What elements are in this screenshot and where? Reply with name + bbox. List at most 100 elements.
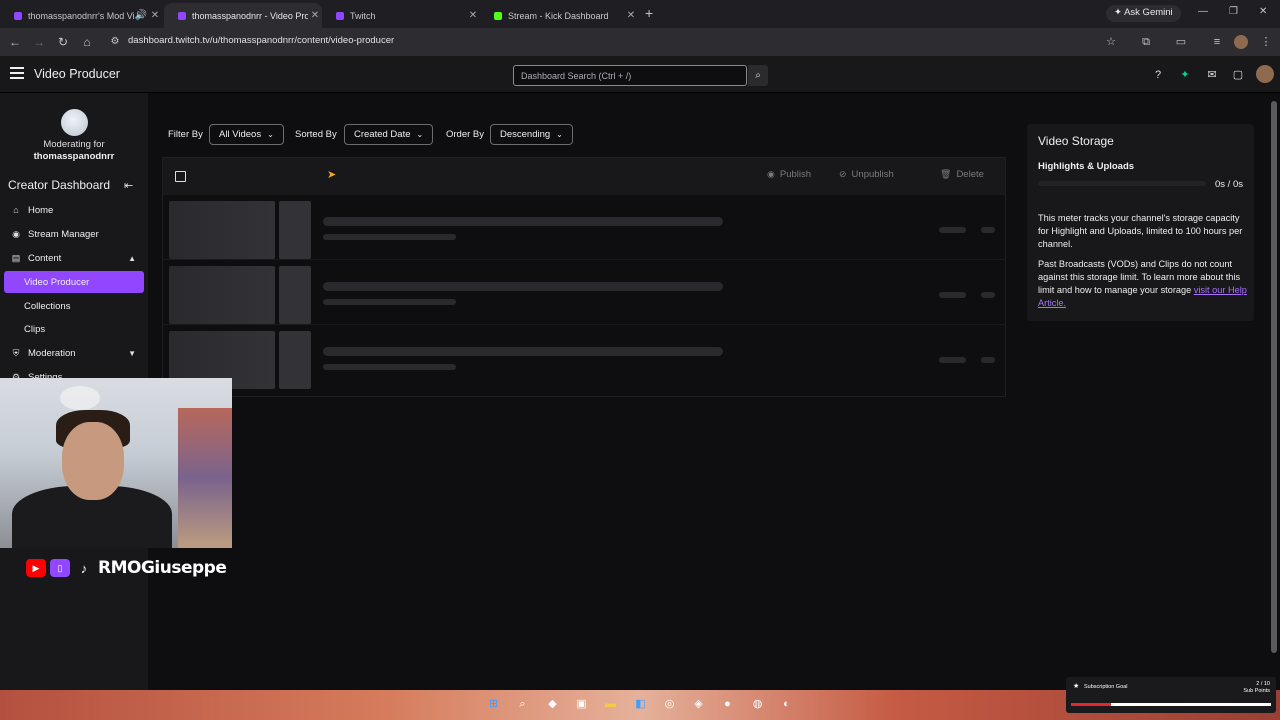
close-tab-icon[interactable]: ✕ <box>148 10 162 21</box>
url-field[interactable]: dashboard.twitch.tv/u/thomasspanodnrr/co… <box>128 35 394 46</box>
meta-placeholder <box>323 364 456 370</box>
search-icon[interactable]: ⌕ <box>748 65 768 86</box>
close-tab-icon[interactable]: ✕ <box>308 10 322 21</box>
subscription-goal-fill <box>1071 703 1111 706</box>
stat-placeholder <box>939 227 966 233</box>
sidebar-item-video-producer[interactable]: Video Producer <box>4 271 144 293</box>
chevron-down-icon: ⌄ <box>556 130 563 139</box>
unpublish-button[interactable]: ⊘ Unpublish <box>839 169 894 180</box>
subscription-goal-bar <box>1071 703 1271 706</box>
stat-placeholder <box>981 292 995 298</box>
collapse-sidebar-icon[interactable]: ⇤ <box>124 179 133 192</box>
ask-gemini-button[interactable]: ✦ Ask Gemini <box>1106 5 1181 22</box>
reload-icon[interactable]: ↻ <box>55 34 71 50</box>
eye-icon: ◉ <box>767 169 775 179</box>
title-placeholder <box>323 282 723 291</box>
ask-gemini-label: Ask Gemini <box>1124 7 1173 18</box>
media-icon[interactable]: ≡ <box>1210 35 1224 49</box>
star-icon: ★ <box>1073 683 1080 690</box>
sidebar-item-stream-manager[interactable]: ◉ Stream Manager <box>0 223 148 245</box>
social-handles: ▶ ▯ ♪ RMOGiuseppe <box>26 557 227 579</box>
close-tab-icon[interactable]: ✕ <box>466 10 480 21</box>
maximize-icon[interactable]: ❐ <box>1229 6 1238 17</box>
tab-title: Twitch <box>350 10 376 21</box>
speaker-icon[interactable]: 🔊 <box>134 10 148 21</box>
extensions-icon[interactable]: ✦ <box>1178 68 1192 82</box>
bookmark-star-icon[interactable]: ☆ <box>1104 35 1118 49</box>
store-icon[interactable]: ▣ <box>574 697 589 712</box>
tab-title: Stream - Kick Dashboard <box>508 10 609 21</box>
sidebar-item-label: Stream Manager <box>28 228 99 240</box>
streamer-face <box>62 422 124 500</box>
moderating-for-label: Moderating for <box>43 139 105 150</box>
extensions-icon[interactable]: ⧉ <box>1139 35 1153 49</box>
filter-by-value: All Videos <box>219 129 262 140</box>
mouse-cursor-icon: ➤ <box>327 169 337 181</box>
eye-off-icon: ⊘ <box>839 169 847 179</box>
back-icon[interactable]: ← <box>7 34 23 50</box>
delete-label: Delete <box>956 169 984 180</box>
delete-button[interactable]: 🗑 Delete <box>940 169 984 180</box>
close-tab-icon[interactable]: ✕ <box>624 10 638 21</box>
kebab-menu-icon[interactable]: ⋮ <box>1259 35 1273 49</box>
sorted-by-label: Sorted By <box>295 129 337 140</box>
sorted-by-dropdown[interactable]: Created Date ⌄ <box>344 124 434 145</box>
tab-title: thomasspanodnrr - Video Produ <box>192 10 308 21</box>
browser-tab-1[interactable]: thomasspanodnrr's Mod Vi 🔊 ✕ <box>0 3 162 28</box>
site-info-icon[interactable]: ⚙ <box>107 34 123 50</box>
app-icon[interactable]: ◧ <box>633 697 648 712</box>
filter-by-dropdown[interactable]: All Videos ⌄ <box>209 124 284 145</box>
thumbnail-placeholder <box>169 201 275 259</box>
browser-tab-2[interactable]: thomasspanodnrr - Video Produ ✕ <box>164 3 322 28</box>
start-menu-icon[interactable]: ⊞ <box>486 697 501 712</box>
order-by-dropdown[interactable]: Descending ⌄ <box>490 124 573 145</box>
app-icon[interactable]: ◐ <box>779 697 794 712</box>
discord-icon[interactable]: ◍ <box>750 697 765 712</box>
sidebar-item-moderation[interactable]: ⛨ Moderation ▼ <box>0 342 148 364</box>
channel-name: thomasspanodnrr <box>33 151 115 162</box>
order-by-label: Order By <box>446 129 485 140</box>
channel-avatar[interactable] <box>61 109 88 136</box>
profile-avatar-icon[interactable] <box>1234 35 1248 49</box>
page-scrollbar[interactable] <box>1271 101 1277 653</box>
sidebar-item-collections[interactable]: Collections <box>0 295 148 317</box>
thumbnail-placeholder <box>279 331 311 389</box>
chrome-icon[interactable]: ◎ <box>662 697 677 712</box>
hamburger-menu-icon[interactable] <box>10 67 24 79</box>
app-icon[interactable]: ◆ <box>545 697 560 712</box>
publish-button[interactable]: ◉ Publish <box>767 169 811 180</box>
app-icon[interactable]: ◈ <box>691 697 706 712</box>
app-icon[interactable]: ● <box>720 697 735 712</box>
twitch-icon <box>178 11 186 20</box>
sidebar-item-clips[interactable]: Clips <box>0 318 148 340</box>
inbox-icon[interactable]: ✉ <box>1205 68 1219 82</box>
chevron-up-icon: ▲ <box>128 253 136 263</box>
new-tab-icon[interactable]: + <box>645 5 653 21</box>
minimize-icon[interactable]: — <box>1198 6 1208 17</box>
trash-icon: 🗑 <box>940 169 952 179</box>
content-icon: ▤ <box>11 252 21 263</box>
title-placeholder <box>323 217 723 226</box>
dashboard-search-input[interactable]: Dashboard Search (Ctrl + /) <box>513 65 747 86</box>
sidebar-item-content[interactable]: ▤ Content ▲ <box>0 247 148 269</box>
sidebar-item-label: Moderation <box>28 347 76 359</box>
home-icon[interactable]: ⌂ <box>79 34 95 50</box>
thumbnail-placeholder <box>169 266 275 324</box>
search-icon[interactable]: ⌕ <box>515 697 530 712</box>
help-icon[interactable]: ? <box>1151 68 1165 82</box>
close-window-icon[interactable]: ✕ <box>1259 6 1267 17</box>
user-avatar[interactable] <box>1256 65 1274 83</box>
file-explorer-icon[interactable]: ▬ <box>603 697 618 712</box>
sidebar-item-home[interactable]: ⌂ Home <box>0 199 148 221</box>
order-by-value: Descending <box>500 129 551 140</box>
browser-tab-3[interactable]: Twitch ✕ <box>322 3 480 28</box>
twitch-icon <box>14 11 22 20</box>
forward-icon[interactable]: → <box>31 34 47 50</box>
select-all-checkbox[interactable] <box>175 171 186 182</box>
cast-icon[interactable]: ▭ <box>1174 35 1188 49</box>
subscription-goal-label: Subscription Goal <box>1084 684 1128 690</box>
browser-tab-4[interactable]: Stream - Kick Dashboard ✕ <box>480 3 638 28</box>
youtube-icon: ▶ <box>26 559 46 577</box>
video-row-skeleton <box>163 260 1005 325</box>
whispers-icon[interactable]: ▢ <box>1231 68 1245 82</box>
